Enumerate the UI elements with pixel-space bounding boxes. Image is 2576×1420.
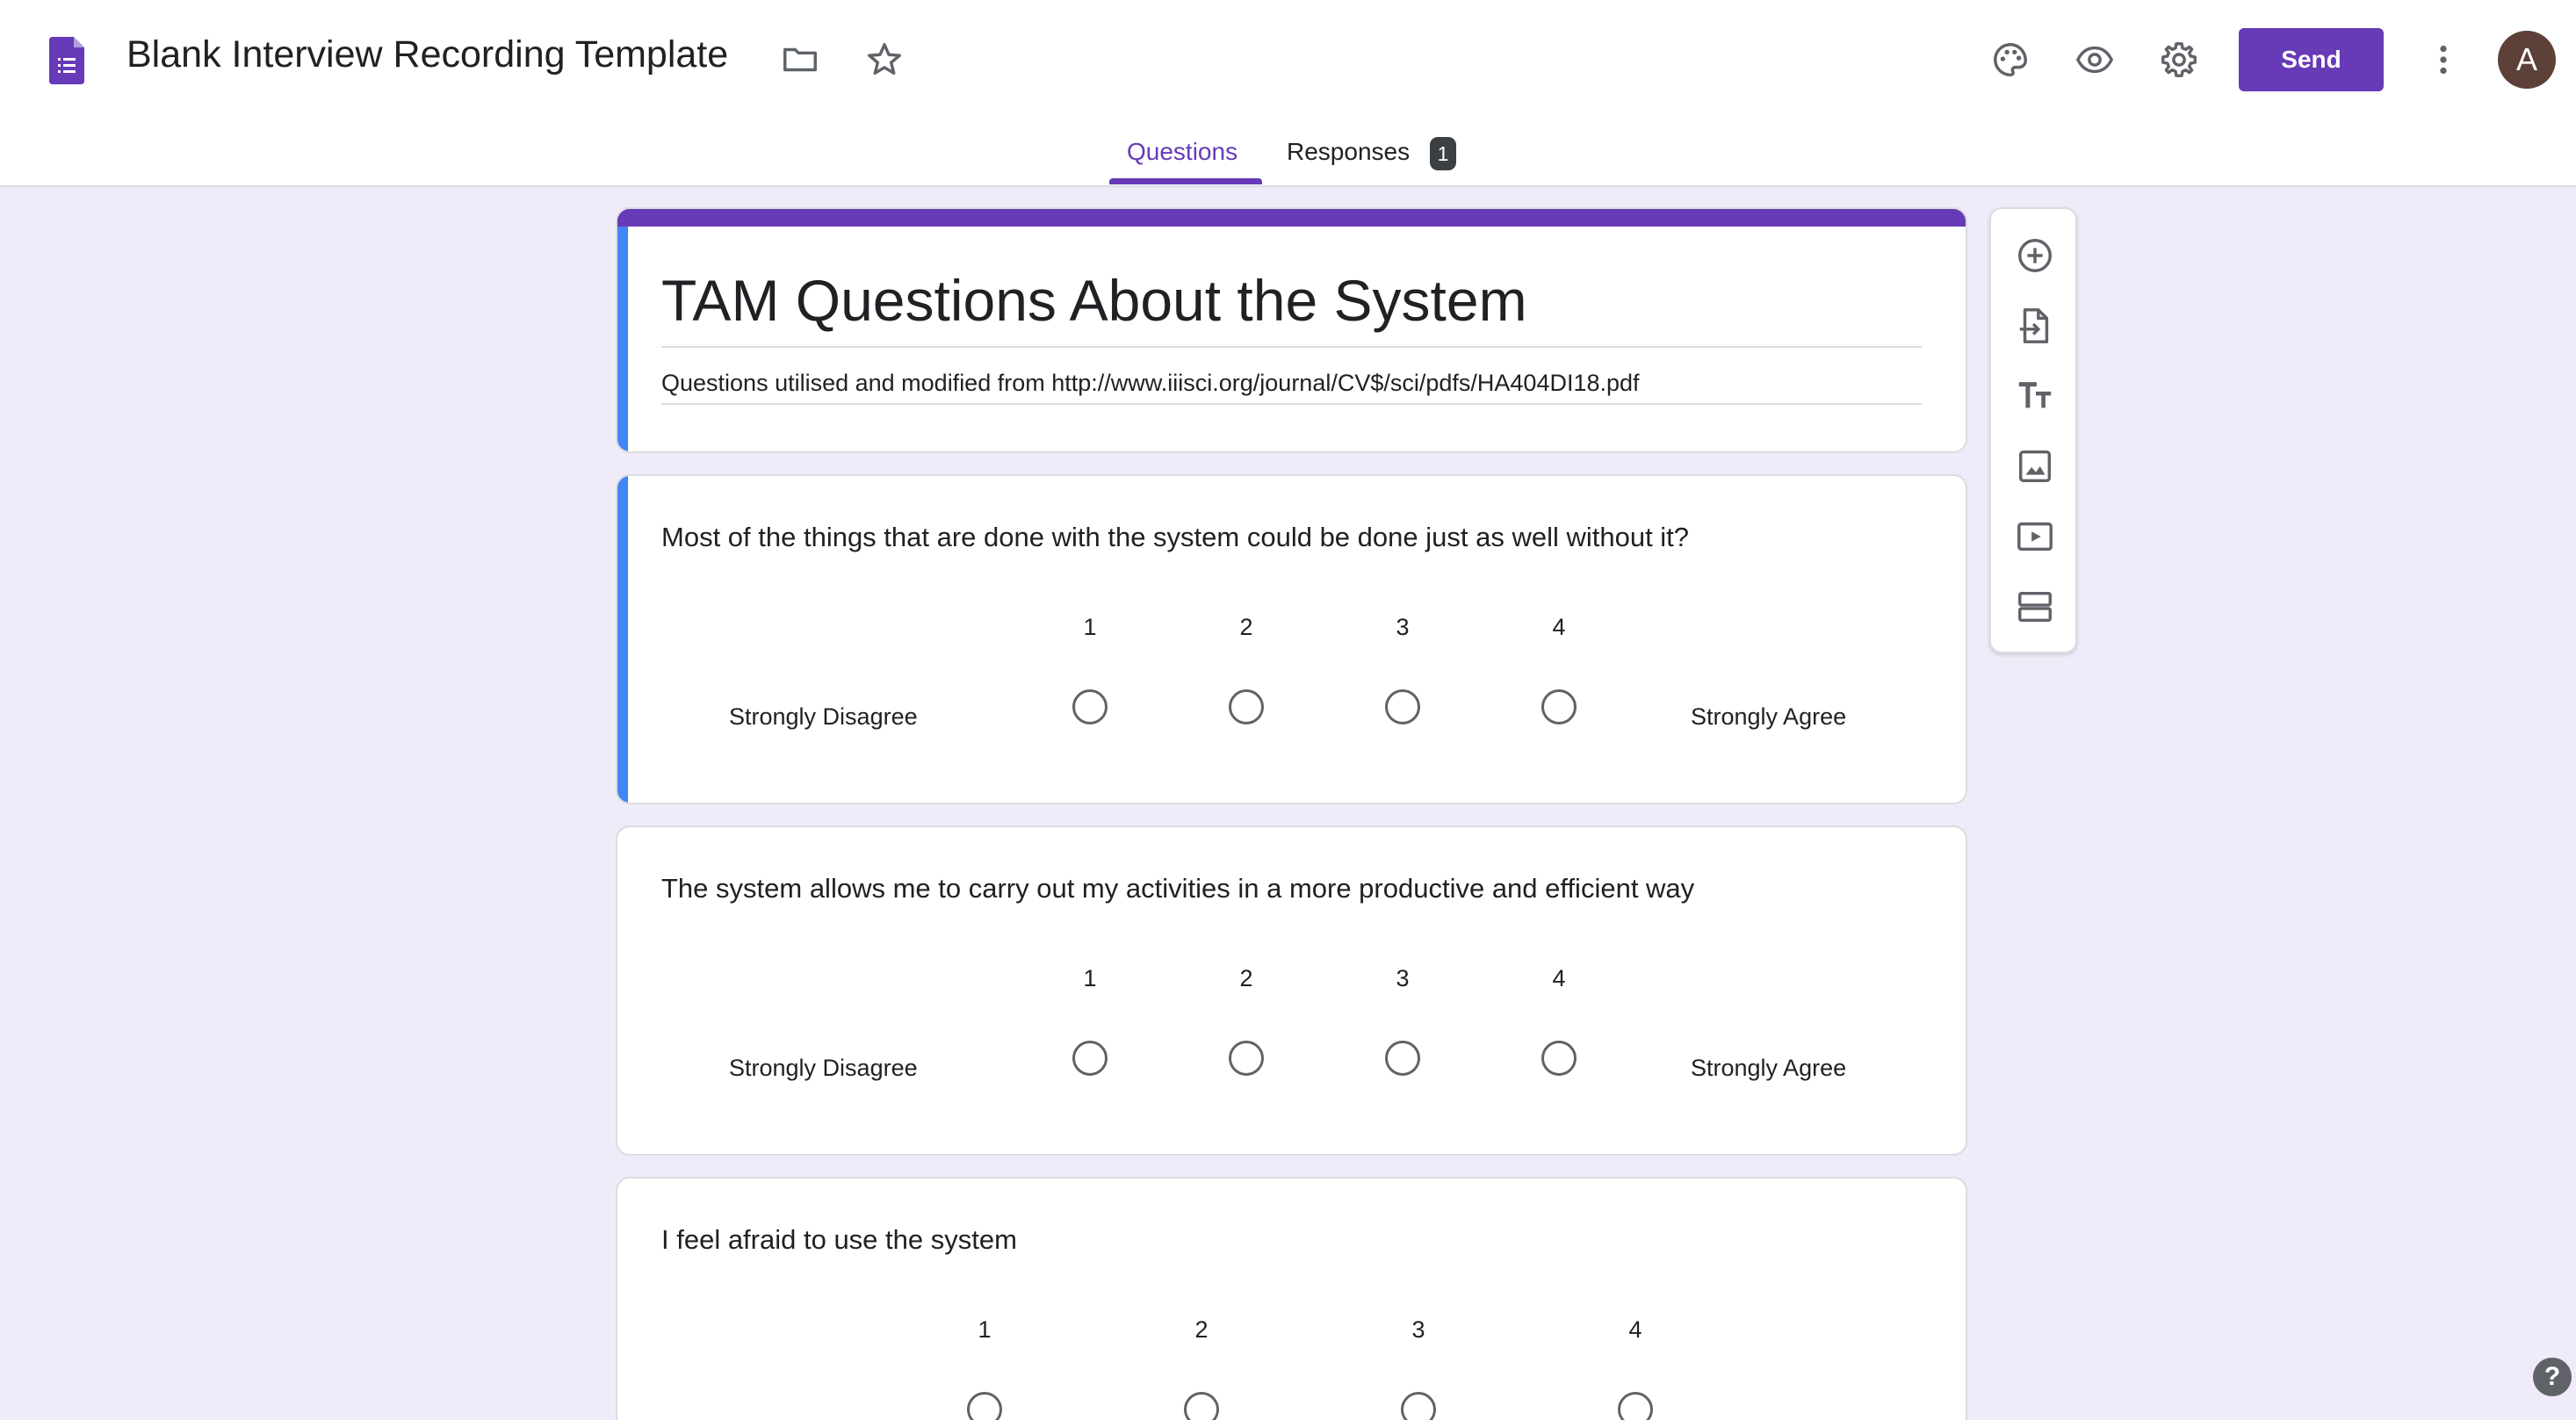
form-description[interactable]: Questions utilised and modified from htt… — [661, 370, 1640, 397]
forms-app-icon[interactable] — [49, 37, 84, 84]
scale-number: 3 — [1396, 614, 1410, 640]
scale-radio-2[interactable] — [1184, 1392, 1219, 1420]
tab-questions[interactable]: Questions — [1127, 138, 1237, 166]
app-header: Blank Interview Recording Template Send … — [0, 0, 2576, 187]
scale-low-label: Strongly Disagree — [729, 703, 918, 730]
add-section-icon[interactable] — [2013, 585, 2057, 629]
scale-high-label: Strongly Agree — [1691, 1055, 1847, 1081]
add-image-icon[interactable] — [2013, 444, 2057, 488]
scale-number: 2 — [1239, 614, 1253, 640]
question-toolbar — [1989, 207, 2077, 653]
question-text[interactable]: The system allows me to carry out my act… — [661, 873, 1694, 905]
scale-radio-3[interactable] — [1401, 1392, 1436, 1420]
title-underline — [661, 346, 1922, 348]
description-underline — [661, 403, 1922, 405]
scale-radio-3[interactable] — [1385, 689, 1420, 724]
folder-icon[interactable] — [774, 33, 826, 86]
form-title[interactable]: TAM Questions About the System — [661, 267, 1527, 334]
scale-radio-1[interactable] — [967, 1392, 1002, 1420]
question-card[interactable]: The system allows me to carry out my act… — [616, 825, 1967, 1156]
scale-radio-2[interactable] — [1229, 689, 1264, 724]
responses-count-badge: 1 — [1430, 137, 1456, 170]
document-title[interactable]: Blank Interview Recording Template — [126, 33, 728, 76]
palette-icon[interactable] — [1984, 33, 2037, 86]
scale-number: 1 — [978, 1316, 992, 1343]
scale-radio-1[interactable] — [1072, 1041, 1108, 1076]
question-text[interactable]: I feel afraid to use the system — [661, 1224, 1017, 1256]
scale-number: 3 — [1411, 1316, 1425, 1343]
scale-number: 1 — [1083, 965, 1097, 991]
scale-radio-1[interactable] — [1072, 689, 1108, 724]
scale-number: 4 — [1552, 614, 1566, 640]
settings-gear-icon[interactable] — [2153, 33, 2205, 86]
scale-radio-4[interactable] — [1618, 1392, 1653, 1420]
add-title-icon[interactable] — [2013, 374, 2057, 418]
avatar[interactable]: A — [2498, 31, 2556, 89]
add-question-icon[interactable] — [2013, 234, 2057, 278]
active-tab-indicator — [1109, 178, 1262, 184]
star-icon[interactable] — [858, 33, 911, 86]
add-video-icon[interactable] — [2013, 515, 2057, 559]
scale-number: 4 — [1552, 965, 1566, 991]
scale-number: 2 — [1239, 965, 1253, 991]
help-icon[interactable]: ? — [2533, 1358, 2572, 1396]
scale-low-label: Strongly Disagree — [729, 1055, 918, 1081]
import-questions-icon[interactable] — [2013, 304, 2057, 348]
scale-number: 2 — [1194, 1316, 1209, 1343]
question-card[interactable]: Most of the things that are done with th… — [616, 474, 1967, 804]
send-button[interactable]: Send — [2239, 28, 2384, 91]
theme-color-bar — [617, 209, 1966, 227]
scale-radio-4[interactable] — [1541, 1041, 1577, 1076]
form-title-card[interactable]: TAM Questions About the System Questions… — [616, 207, 1967, 453]
question-text[interactable]: Most of the things that are done with th… — [661, 522, 1689, 553]
scale-radio-4[interactable] — [1541, 689, 1577, 724]
scale-number: 3 — [1396, 965, 1410, 991]
preview-eye-icon[interactable] — [2068, 33, 2121, 86]
scale-radio-3[interactable] — [1385, 1041, 1420, 1076]
scale-radio-2[interactable] — [1229, 1041, 1264, 1076]
question-card[interactable]: I feel afraid to use the system 1 2 3 4 — [616, 1177, 1967, 1420]
more-vert-icon[interactable] — [2417, 33, 2470, 86]
scale-number: 1 — [1083, 614, 1097, 640]
scale-high-label: Strongly Agree — [1691, 703, 1847, 730]
scale-number: 4 — [1628, 1316, 1642, 1343]
tab-responses[interactable]: Responses — [1287, 138, 1410, 166]
